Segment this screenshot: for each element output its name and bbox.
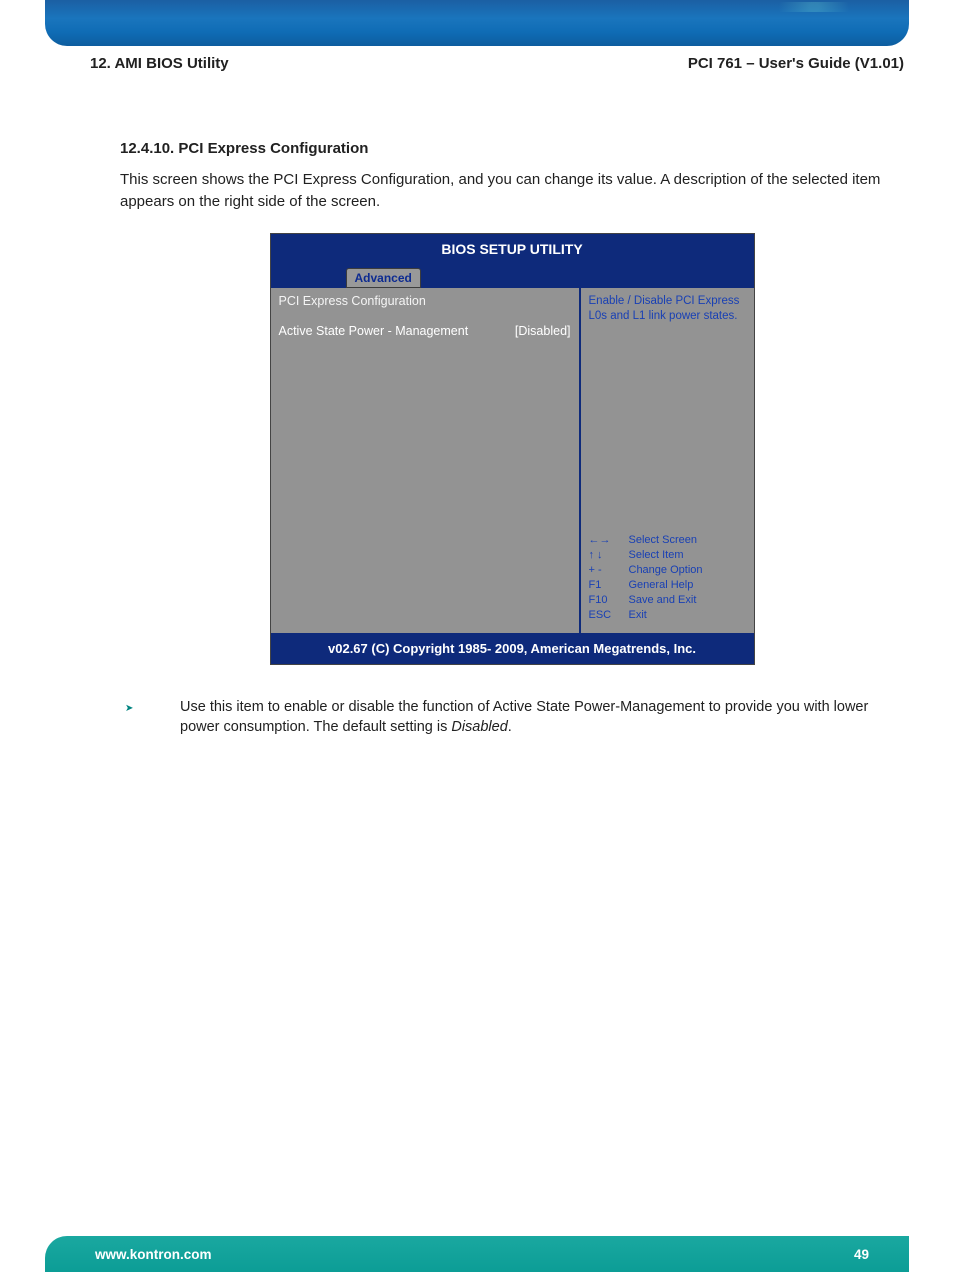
bios-right-panel: Enable / Disable PCI Express L0s and L1 … <box>581 288 754 633</box>
bottom-bar: www.kontron.com 49 <box>45 1236 909 1272</box>
key-esc: ESC <box>589 608 629 623</box>
key-desc: Select Item <box>629 548 684 563</box>
note-italic: Disabled <box>451 719 507 735</box>
bios-option-value: [Disabled] <box>515 324 571 338</box>
bios-tab-advanced[interactable]: Advanced <box>346 268 421 288</box>
key-desc: Change Option <box>629 563 703 578</box>
key-plus-minus: + - <box>589 563 629 578</box>
key-desc: Select Screen <box>629 533 697 548</box>
note-text: Use this item to enable or disable the f… <box>180 697 904 738</box>
header-right: PCI 761 – User's Guide (V1.01) <box>688 55 904 72</box>
bios-option-row[interactable]: Active State Power - Management [Disable… <box>279 324 571 338</box>
bios-help-text: Enable / Disable PCI Express L0s and L1 … <box>589 294 746 325</box>
bios-tab-bar: Advanced <box>271 264 754 288</box>
key-desc: General Help <box>629 578 694 593</box>
key-f1: F1 <box>589 578 629 593</box>
bios-window: BIOS SETUP UTILITY Advanced PCI Express … <box>270 233 755 665</box>
key-desc: Save and Exit <box>629 593 697 608</box>
bullet-icon: ➤ <box>120 697 180 738</box>
bios-option-label: Active State Power - Management <box>279 324 469 338</box>
section-heading: 12.4.10. PCI Express Configuration <box>120 140 904 157</box>
key-arrows-ud: ↑ ↓ <box>589 548 629 563</box>
bios-title-bar: BIOS SETUP UTILITY <box>271 234 754 264</box>
bios-key-legend: ←→Select Screen ↑ ↓Select Item + -Change… <box>589 533 746 622</box>
note-text-before: Use this item to enable or disable the f… <box>180 699 868 735</box>
key-f10: F10 <box>589 593 629 608</box>
section-title: PCI Express Configuration <box>178 140 368 157</box>
footer-page: 49 <box>854 1247 869 1262</box>
page-header: 12. AMI BIOS Utility PCI 761 – User's Gu… <box>90 55 904 72</box>
note-text-after: . <box>508 719 512 735</box>
bios-footer: v02.67 (C) Copyright 1985- 2009, America… <box>271 633 754 664</box>
bios-left-title: PCI Express Configuration <box>279 294 571 308</box>
section-intro: This screen shows the PCI Express Config… <box>120 169 904 213</box>
key-desc: Exit <box>629 608 647 623</box>
bios-left-panel: PCI Express Configuration Active State P… <box>271 288 581 633</box>
page-content: 12.4.10. PCI Express Configuration This … <box>120 140 904 737</box>
footer-url: www.kontron.com <box>95 1247 212 1262</box>
note-block: ➤ Use this item to enable or disable the… <box>120 697 904 738</box>
top-banner <box>45 0 909 46</box>
header-left: 12. AMI BIOS Utility <box>90 55 229 72</box>
bios-body: PCI Express Configuration Active State P… <box>271 288 754 633</box>
key-arrows-lr: ←→ <box>589 533 629 548</box>
section-number: 12.4.10. <box>120 140 174 157</box>
